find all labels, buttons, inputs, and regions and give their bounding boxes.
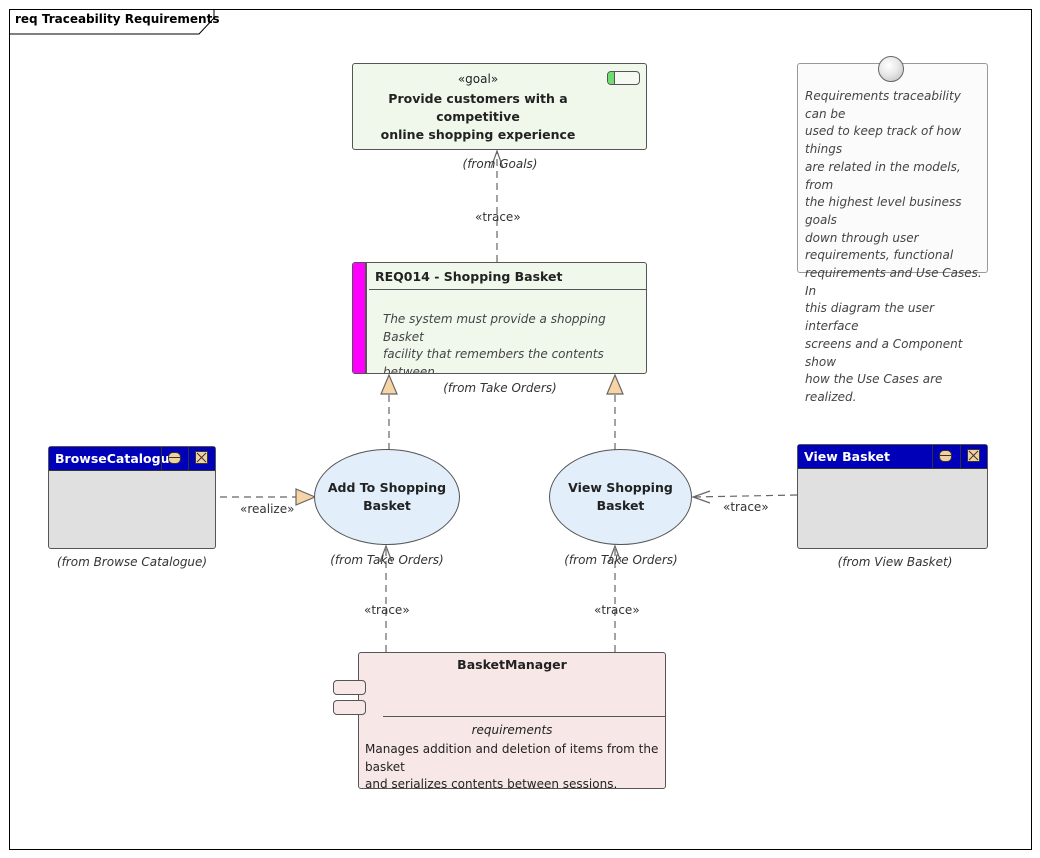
screen-view-basket[interactable]: View Basket: [797, 444, 988, 549]
usecase-view-shopping-basket[interactable]: View Shopping Basket: [549, 449, 692, 545]
goal-element[interactable]: «goal» Provide customers with a competit…: [352, 63, 647, 150]
usecase-add-to-shopping-basket[interactable]: Add To Shopping Basket: [314, 449, 460, 545]
note-line: how the Use Cases are realized.: [805, 372, 943, 404]
usecase-name-line: Basket: [363, 498, 411, 513]
goal-trace-label: «trace»: [475, 210, 521, 224]
usecase-name-line: View Shopping Basket: [568, 480, 673, 513]
goal-name-line2: online shopping experience: [380, 127, 576, 142]
viewcase-from-label: (from Take Orders): [564, 553, 678, 567]
component-desc-line: Manages addition and deletion of items f…: [365, 742, 659, 774]
note-line: requirements and Use Cases. In: [805, 266, 982, 298]
component-name: BasketManager: [457, 657, 567, 672]
note-text: Requirements traceability can be used to …: [805, 88, 985, 407]
diagram-canvas: req Traceability Requirements «goal» Pro…: [0, 0, 1040, 858]
note-line: screens and a Component show: [805, 336, 963, 369]
requirement-desc-line: facility that remembers the contents bet…: [383, 347, 604, 374]
requirement-element[interactable]: REQ014 - Shopping Basket The system must…: [352, 262, 647, 374]
screen-header: BrowseCatalogue: [49, 447, 215, 471]
goal-name-line1: Provide customers with a competitive: [388, 91, 568, 124]
note-line: are related in the models, from: [805, 159, 961, 192]
minimize-icon[interactable]: [161, 447, 188, 470]
comp-trace-left-label: «trace»: [364, 603, 410, 617]
screen-browse-catalogue[interactable]: BrowseCatalogue: [48, 446, 216, 549]
screen-header: View Basket: [798, 445, 987, 469]
usecase-name-line: Add To Shopping: [327, 480, 447, 495]
requirement-from-label: (from Take Orders): [443, 381, 557, 395]
goal-icon: [607, 71, 640, 85]
note-line: requirements, functional: [805, 248, 954, 263]
component-port-icon: [333, 700, 366, 715]
note-line: used to keep track of how things: [805, 124, 962, 157]
requirement-desc-line: The system must provide a shopping Baske…: [383, 312, 606, 344]
component-description: Manages addition and deletion of items f…: [365, 741, 665, 794]
component-section-label: requirements: [471, 723, 553, 737]
viewbasket-from-label: (from View Basket): [837, 555, 953, 569]
note-line: Requirements traceability can be: [805, 89, 961, 121]
screen-title: View Basket: [804, 449, 890, 464]
requirement-title: REQ014 - Shopping Basket: [375, 269, 563, 284]
goal-from-label: (from Goals): [462, 157, 538, 171]
note-line: the highest level business goals: [805, 195, 962, 227]
browse-from-label: (from Browse Catalogue): [56, 555, 208, 569]
note-line: down through user: [805, 230, 919, 245]
realize-label: «realize»: [240, 502, 295, 516]
note-element[interactable]: Requirements traceability can be used to …: [797, 63, 988, 404]
comp-trace-right-label: «trace»: [594, 603, 640, 617]
pin-icon: [878, 56, 904, 82]
viewbasket-trace-label: «trace»: [723, 500, 769, 514]
screen-title: BrowseCatalogue: [55, 451, 178, 466]
note-line: this diagram the user interface: [805, 301, 935, 334]
component-desc-line: and serializes contents between sessions…: [365, 777, 618, 791]
goal-name: Provide customers with a competitive onl…: [353, 90, 603, 144]
requirement-description: The system must provide a shopping Baske…: [383, 311, 646, 374]
minimize-icon[interactable]: [932, 445, 959, 468]
requirement-accent-bar: [353, 263, 367, 373]
close-icon[interactable]: [960, 445, 987, 468]
frame-title: req Traceability Requirements: [15, 12, 220, 26]
component-divider: [383, 716, 665, 717]
goal-stereotype: «goal»: [457, 72, 499, 86]
component-basket-manager[interactable]: BasketManager requirements Manages addit…: [358, 652, 666, 791]
requirement-header: REQ014 - Shopping Basket: [369, 263, 646, 290]
close-icon[interactable]: [188, 447, 215, 470]
addcase-from-label: (from Take Orders): [330, 553, 444, 567]
component-port-icon: [333, 680, 366, 695]
